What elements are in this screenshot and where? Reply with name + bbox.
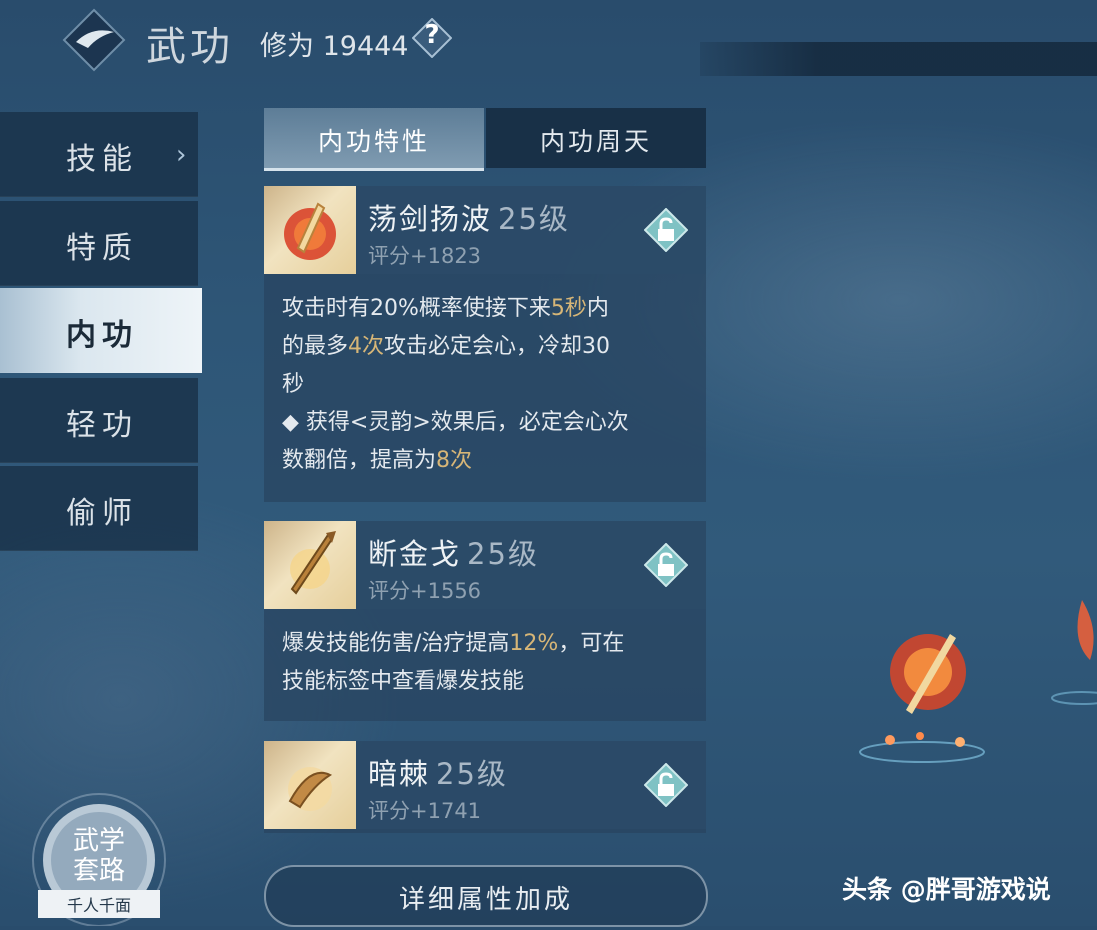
unlock-icon[interactable] bbox=[644, 763, 688, 807]
tab-inner-traits[interactable]: 内功特性 bbox=[264, 108, 484, 171]
skill-name: 暗棘 25级 bbox=[368, 757, 508, 791]
martial-route-button[interactable]: 武学 套路 千人千面 bbox=[24, 788, 174, 927]
unlock-icon[interactable] bbox=[644, 208, 688, 252]
skill-name: 断金戈 25级 bbox=[368, 537, 539, 571]
skill-thumbnail bbox=[264, 186, 356, 274]
detail-attributes-button[interactable]: 详细属性加成 bbox=[264, 865, 708, 927]
nav-item-learn[interactable]: 偷师 bbox=[0, 466, 198, 551]
tab-inner-cycle[interactable]: 内功周天 bbox=[486, 108, 706, 168]
skill-name: 荡剑扬波 25级 bbox=[368, 202, 570, 236]
nav-item-label: 特质 bbox=[66, 231, 138, 266]
description-line: 秒 bbox=[282, 372, 305, 397]
page-title: 武功 bbox=[146, 24, 234, 70]
skill-description: 爆发技能伤害/治疗提高12%，可在 技能标签中查看爆发技能 bbox=[282, 625, 698, 701]
nav-item-skills[interactable]: 技能 › bbox=[0, 112, 198, 197]
nav-item-inner-power[interactable]: 内功 bbox=[0, 288, 202, 373]
description-line: 的最多4次攻击必定会心，冷却30 bbox=[282, 334, 611, 359]
description-line: ◆ 获得<灵韵>效果后，必定会心次 bbox=[282, 410, 629, 435]
nav-item-label: 内功 bbox=[66, 318, 138, 353]
description-line: 技能标签中查看爆发技能 bbox=[282, 669, 525, 694]
skill-card-header: 荡剑扬波 25级 评分+1823 bbox=[264, 186, 706, 274]
description-line: 数翻倍，提高为8次 bbox=[282, 448, 473, 473]
skill-card-header: 暗棘 25级 评分+1741 bbox=[264, 741, 706, 829]
nav-item-label: 技能 bbox=[66, 142, 138, 177]
unlock-icon[interactable] bbox=[644, 543, 688, 587]
help-button[interactable]: ? bbox=[411, 17, 453, 59]
skill-thumbnail bbox=[264, 741, 356, 829]
spinning-blade-scene bbox=[859, 600, 1097, 763]
thorn-blade-icon bbox=[288, 767, 333, 811]
skill-card[interactable]: 断金戈 25级 评分+1556 爆发技能伤害/治疗提高12%，可在 技能标签中查看爆… bbox=[264, 521, 706, 721]
route-label-2: 套路 bbox=[72, 856, 125, 886]
nav-item-traits[interactable]: 特质 bbox=[0, 201, 198, 286]
skill-score: 评分+1556 bbox=[368, 579, 482, 603]
golden-spear-icon bbox=[290, 531, 336, 595]
chevron-right-icon: › bbox=[176, 140, 187, 170]
description-line: 爆发技能伤害/治疗提高12%，可在 bbox=[282, 631, 625, 656]
description-line: 攻击时有20%概率使接下来5秒内 bbox=[282, 296, 609, 321]
skill-card[interactable]: 暗棘 25级 评分+1741 bbox=[264, 741, 706, 833]
skill-thumbnail bbox=[264, 521, 356, 609]
skill-card-header: 断金戈 25级 评分+1556 bbox=[264, 521, 706, 609]
skill-score: 评分+1823 bbox=[368, 244, 482, 268]
flame-sword-icon bbox=[284, 202, 336, 260]
skill-card[interactable]: 荡剑扬波 25级 评分+1823 攻击时有20%概率使接下来5秒内 的最多4次攻击必… bbox=[264, 186, 706, 502]
skill-description: 攻击时有20%概率使接下来5秒内 的最多4次攻击必定会心，冷却30 秒 ◆ 获得<灵韵… bbox=[282, 290, 698, 480]
nav-item-label: 轻功 bbox=[66, 408, 138, 443]
detail-button-label: 详细属性加成 bbox=[398, 885, 573, 915]
skill-score: 评分+1741 bbox=[368, 799, 482, 823]
decorative-stripe bbox=[700, 42, 1097, 76]
route-ribbon: 千人千面 bbox=[66, 896, 131, 915]
game-logo-icon bbox=[62, 8, 126, 72]
tab-label: 内功特性 bbox=[317, 127, 430, 156]
nav-item-lightness[interactable]: 轻功 bbox=[0, 378, 198, 463]
help-symbol: ? bbox=[424, 20, 440, 50]
nav-item-label: 偷师 bbox=[66, 496, 138, 531]
watermark: 头条 @胖哥游戏说 bbox=[842, 875, 1051, 904]
tab-label: 内功周天 bbox=[539, 127, 652, 156]
cultivation-value: 修为 19444 bbox=[260, 31, 409, 62]
